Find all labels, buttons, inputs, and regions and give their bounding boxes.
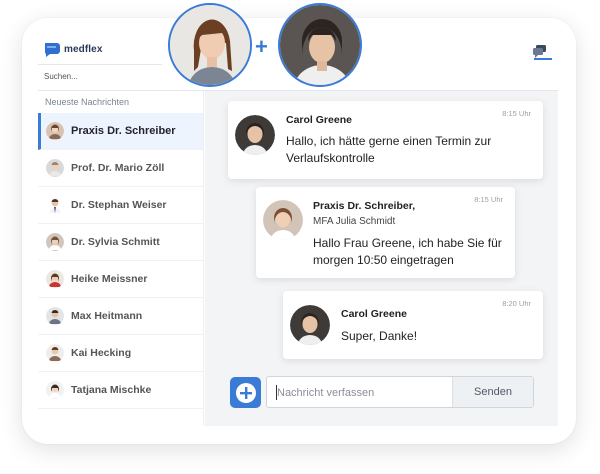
avatar: [46, 381, 64, 399]
avatar: [263, 200, 303, 240]
medflex-logo-icon: [44, 43, 60, 57]
message-composer: Senden: [266, 376, 534, 408]
message-bubble: Carol Greene 8:15 Uhr Hallo, ich hätte g…: [228, 101, 543, 179]
add-icon: [235, 382, 256, 403]
chat-area: Carol Greene 8:15 Uhr Hallo, ich hätte g…: [205, 91, 558, 426]
sidebar-title: Neueste Nachrichten: [45, 97, 130, 107]
sidebar-item-max-heitmann[interactable]: Max Heitmann: [38, 298, 203, 335]
avatar: [46, 344, 64, 362]
sidebar-item-heike-meissner[interactable]: Heike Meissner: [38, 261, 203, 298]
header-divider: [38, 64, 162, 65]
contact-name: Max Heitmann: [71, 310, 143, 322]
add-attachment-button[interactable]: [230, 377, 261, 408]
caregiver-photo: [280, 5, 360, 85]
contact-name: Heike Meissner: [71, 273, 148, 285]
avatar: [46, 270, 64, 288]
message-sender: Carol Greene: [286, 114, 352, 126]
search-input[interactable]: Suchen...: [44, 72, 194, 86]
sidebar-item-kai-hecking[interactable]: Kai Hecking: [38, 335, 203, 372]
message-sender: Praxis Dr. Schreiber,: [313, 200, 416, 212]
message-time: 8:20 Uhr: [502, 299, 531, 308]
message-text-line-1: Hallo, ich hätte gerne einen Termin zur: [286, 134, 492, 148]
message-time: 8:15 Uhr: [474, 195, 503, 204]
contact-name: Dr. Stephan Weiser: [71, 199, 167, 211]
patient-portrait: [168, 3, 252, 87]
contact-name: Tatjana Mischke: [71, 384, 152, 396]
avatar: [46, 122, 64, 140]
message-text-line-2: morgen 10:50 eingetragen: [313, 253, 454, 267]
avatar: [46, 307, 64, 325]
message-bubble: Carol Greene 8:20 Uhr Super, Danke!: [283, 291, 543, 359]
avatar: [235, 115, 275, 155]
avatar: [46, 159, 64, 177]
contact-name: Prof. Dr. Mario Zöll: [71, 162, 165, 174]
active-indicator: [534, 58, 552, 60]
message-text-line-1: Hallo Frau Greene, ich habe Sie für: [313, 236, 502, 250]
chat-bubbles-icon[interactable]: [530, 40, 550, 60]
message-sender: Carol Greene: [341, 308, 407, 320]
message-text-line-1: Super, Danke!: [341, 329, 418, 343]
message-sender-role: MFA Julia Schmidt: [313, 216, 396, 227]
message-time: 8:15 Uhr: [502, 109, 531, 118]
message-text-line-2: Verlaufskontrolle: [286, 151, 375, 165]
sidebar-item-dr-sylvia-schmitt[interactable]: Dr. Sylvia Schmitt: [38, 224, 203, 261]
message-bubble: Praxis Dr. Schreiber, MFA Julia Schmidt …: [256, 187, 515, 278]
contact-name: Praxis Dr. Schreiber: [71, 125, 176, 137]
sidebar-item-dr-stephan-weiser[interactable]: Dr. Stephan Weiser: [38, 187, 203, 224]
sidebar-item-prof-dr-mario-zoell[interactable]: Prof. Dr. Mario Zöll: [38, 150, 203, 187]
app-screen: medflex Suchen... Neueste Nachrichten Pr…: [38, 32, 558, 426]
plus-icon: +: [255, 34, 268, 59]
logo: medflex: [44, 42, 103, 57]
caregiver-portrait: [278, 3, 362, 87]
sidebar: Neueste Nachrichten Praxis Dr. Schreiber…: [38, 91, 204, 426]
contact-name: Dr. Sylvia Schmitt: [71, 236, 160, 248]
patient-photo: [170, 5, 250, 85]
message-input[interactable]: [277, 384, 447, 402]
sidebar-item-tatjana-mischke[interactable]: Tatjana Mischke: [38, 372, 203, 409]
contact-name: Kai Hecking: [71, 347, 132, 359]
send-button[interactable]: Senden: [452, 377, 533, 407]
logo-text: medflex: [64, 44, 103, 55]
avatar: [46, 233, 64, 251]
avatar: [46, 196, 64, 214]
avatar: [290, 305, 330, 345]
sidebar-item-praxis-dr-schreiber[interactable]: Praxis Dr. Schreiber: [38, 113, 203, 150]
